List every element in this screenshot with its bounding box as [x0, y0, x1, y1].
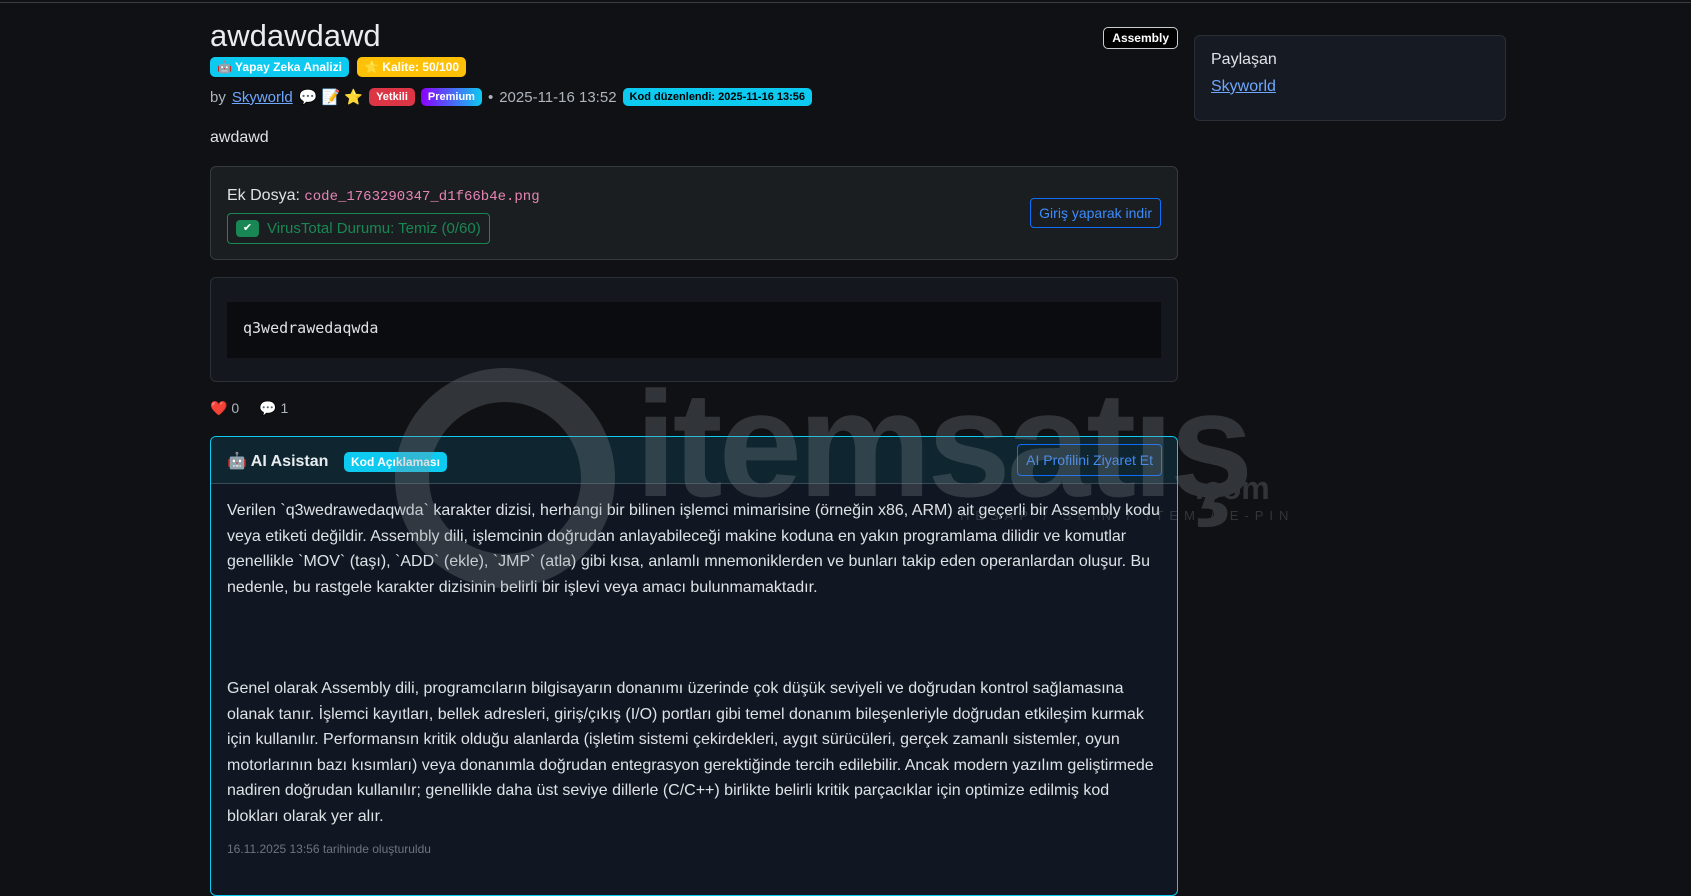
edited-badge: Kod düzenlendi: 2025-11-16 13:56 [622, 88, 812, 106]
sharer-card: Paylaşan Skyworld [1194, 35, 1506, 121]
code-explanation-badge: Kod Açıklaması [344, 452, 447, 472]
post-date: 2025-11-16 13:52 [499, 88, 617, 106]
ai-title: 🤖 AI Asistan [227, 453, 329, 470]
user-badge-icons: 💬 📝 ⭐ [298, 89, 364, 106]
comment-count: 1 [280, 400, 289, 416]
watermark-tld: .com [1195, 470, 1270, 506]
quality-badge: ⭐ Kalite: 50/100 [357, 57, 466, 77]
author-link[interactable]: Skyworld [232, 89, 293, 106]
premium-badge: Premium [420, 88, 482, 106]
ai-paragraph: Verilen `q3wedrawedaqwda` karakter dizis… [227, 502, 1160, 596]
comment-icon: 💬 [259, 400, 277, 416]
virustotal-text: VirusTotal Durumu: Temiz (0/60) [267, 220, 481, 237]
like-count: 0 [231, 400, 240, 416]
heart-icon: ❤️ [210, 400, 228, 416]
comment-button[interactable]: 💬 1 [259, 400, 288, 417]
post-description: awdawd [210, 129, 269, 146]
virustotal-status: ✔ VirusTotal Durumu: Temiz (0/60) [227, 213, 490, 244]
ai-footer: 16.11.2025 13:56 tarihinde oluşturuldu [227, 842, 431, 856]
like-button[interactable]: ❤️ 0 [210, 400, 239, 417]
post-meta: by Skyworld 💬 📝 ⭐ Yetkili Premium • 2025… [210, 88, 812, 106]
ai-profile-button[interactable]: AI Profilini Ziyaret Et [1017, 444, 1162, 476]
by-label: by [210, 88, 226, 106]
role-badge: Yetkili [369, 88, 415, 106]
code-card: q3wedrawedaqwda [210, 277, 1178, 382]
language-badge: Assembly [1103, 27, 1178, 49]
separator: • [487, 88, 494, 106]
ai-analysis-badge: 🤖 Yapay Zeka Analizi [210, 57, 349, 77]
top-divider [0, 2, 1691, 3]
sharer-heading: Paylaşan [1211, 51, 1277, 68]
ai-paragraph: Genel olarak Assembly dili, programcılar… [227, 680, 1154, 825]
code-block: q3wedrawedaqwda [227, 302, 1161, 358]
sharer-link[interactable]: Skyworld [1211, 78, 1276, 95]
attachment-filename: code_1763290347_d1f66b4e.png [304, 189, 540, 205]
post-title: awdawdawd [210, 18, 381, 53]
attachment-label: Ek Dosya: [227, 187, 300, 204]
ai-assistant-card: 🤖 AI Asistan Kod Açıklaması AI Profilini… [210, 436, 1178, 896]
download-button[interactable]: Giriş yaparak indir [1030, 198, 1161, 228]
check-icon: ✔ [236, 220, 259, 237]
attachment-card: Ek Dosya: code_1763290347_d1f66b4e.png ✔… [210, 166, 1178, 260]
